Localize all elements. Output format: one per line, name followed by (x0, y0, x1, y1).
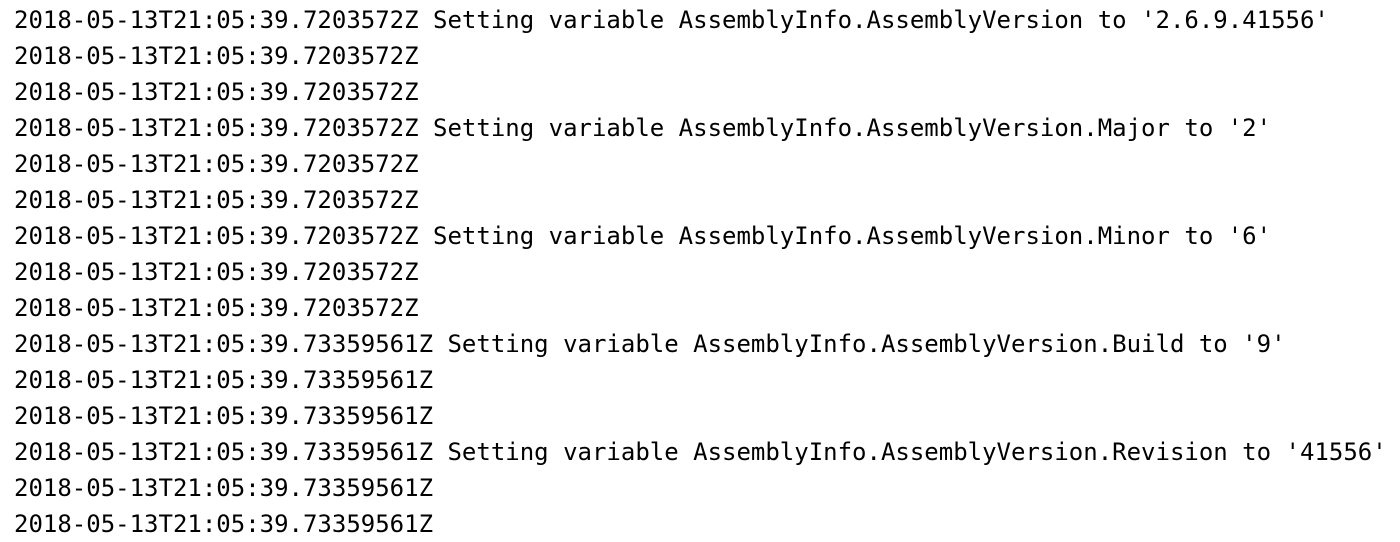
log-output: 2018-05-13T21:05:39.7203572Z Setting var… (0, 0, 1400, 540)
log-line: 2018-05-13T21:05:39.7203572Z (14, 294, 419, 322)
log-line: 2018-05-13T21:05:39.7203572Z Setting var… (14, 6, 1329, 34)
log-line: 2018-05-13T21:05:39.73359561Z (14, 510, 434, 538)
log-line: 2018-05-13T21:05:39.73359561Z Setting va… (14, 438, 1387, 466)
log-line: 2018-05-13T21:05:39.73359561Z (14, 474, 434, 502)
log-line: 2018-05-13T21:05:39.73359561Z Setting va… (14, 330, 1286, 358)
log-line: 2018-05-13T21:05:39.7203572Z (14, 258, 419, 286)
log-line: 2018-05-13T21:05:39.7203572Z Setting var… (14, 114, 1272, 142)
log-line: 2018-05-13T21:05:39.7203572Z Setting var… (14, 222, 1272, 250)
log-line: 2018-05-13T21:05:39.7203572Z (14, 42, 419, 70)
log-line: 2018-05-13T21:05:39.7203572Z (14, 186, 419, 214)
log-line: 2018-05-13T21:05:39.7203572Z (14, 78, 419, 106)
log-line: 2018-05-13T21:05:39.73359561Z (14, 402, 434, 430)
log-line: 2018-05-13T21:05:39.73359561Z (14, 366, 434, 394)
log-line: 2018-05-13T21:05:39.7203572Z (14, 150, 419, 178)
